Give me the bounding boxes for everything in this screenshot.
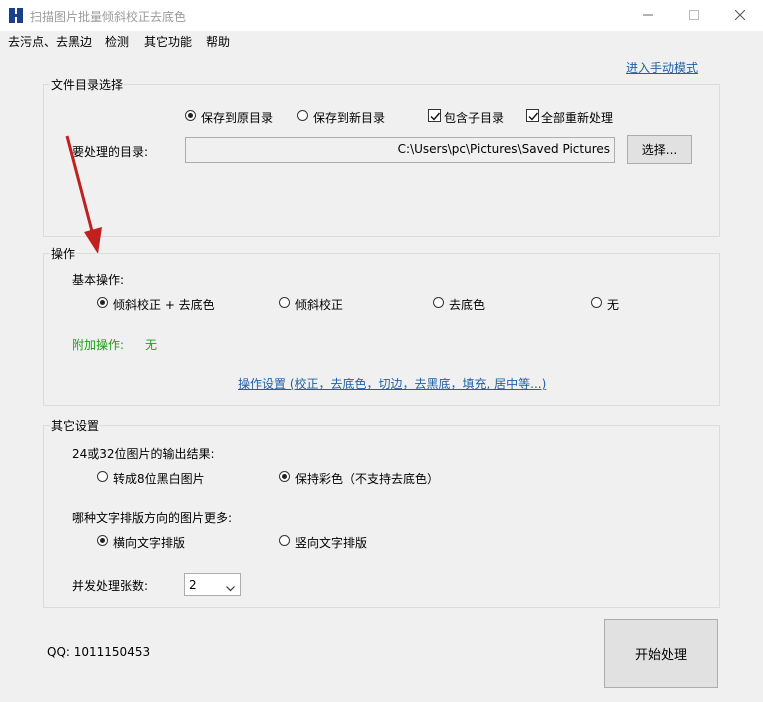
op-deskew-label: 倾斜校正	[295, 298, 344, 312]
include-subdir-label: 包含子目录	[444, 111, 505, 125]
maximize-icon	[689, 9, 699, 23]
menu-item-detect[interactable]: 检测	[105, 33, 129, 50]
extra-operation-label: 附加操作:	[72, 338, 125, 352]
operation-group-title: 操作	[50, 245, 77, 262]
concurrency-value: 2	[189, 578, 197, 592]
output-result-label: 24或32位图片的输出结果:	[72, 447, 215, 461]
basic-operation-label: 基本操作:	[72, 273, 125, 287]
op-remove-bg-label: 去底色	[449, 298, 486, 312]
dir-path-value: C:\Users\pc\Pictures\Saved Pictures	[397, 142, 610, 156]
manual-mode-link[interactable]: 进入手动模式	[626, 59, 698, 76]
save-original-label: 保存到原目录	[201, 111, 274, 125]
file-dir-group-title: 文件目录选择	[50, 76, 125, 93]
menu-item-other-functions[interactable]: 其它功能	[144, 33, 192, 50]
reprocess-all-label: 全部重新处理	[541, 111, 614, 125]
op-deskew-radio[interactable]	[279, 297, 290, 308]
dir-path-field[interactable]: C:\Users\pc\Pictures\Saved Pictures	[185, 137, 615, 163]
checkmark-icon	[528, 112, 539, 121]
chevron-down-icon	[226, 581, 235, 595]
concurrency-label: 并发处理张数:	[72, 579, 149, 593]
output-8bit-label: 转成8位黑白图片	[113, 472, 205, 486]
op-deskew-remove-bg-label: 倾斜校正 + 去底色	[113, 298, 215, 312]
maximize-button[interactable]	[671, 0, 717, 31]
operation-settings-link[interactable]: 操作设置 (校正，去底色，切边，去黑底，填充, 居中等...)	[238, 375, 546, 392]
minimize-button[interactable]	[625, 0, 671, 31]
direction-horizontal-radio[interactable]	[97, 535, 108, 546]
direction-horizontal-label: 横向文字排版	[113, 536, 186, 550]
qq-contact: QQ: 1011150453	[47, 645, 151, 659]
start-process-button[interactable]: 开始处理	[604, 619, 718, 688]
menu-item-help[interactable]: 帮助	[206, 33, 230, 50]
checkmark-icon	[430, 112, 441, 121]
choose-dir-button[interactable]: 选择...	[627, 135, 692, 164]
output-8bit-radio[interactable]	[97, 471, 108, 482]
direction-vertical-label: 竖向文字排版	[295, 536, 368, 550]
close-button[interactable]	[717, 0, 763, 31]
op-none-label: 无	[607, 298, 620, 312]
app-icon	[9, 8, 23, 23]
close-icon	[734, 9, 746, 23]
reprocess-all-checkbox[interactable]	[526, 109, 539, 122]
op-none-radio[interactable]	[591, 297, 602, 308]
save-original-radio[interactable]	[185, 110, 196, 121]
op-remove-bg-radio[interactable]	[433, 297, 444, 308]
output-keep-color-radio[interactable]	[279, 471, 290, 482]
save-new-radio[interactable]	[297, 110, 308, 121]
text-direction-label: 哪种文字排版方向的图片更多:	[72, 511, 233, 525]
include-subdir-checkbox[interactable]	[428, 109, 441, 122]
output-keep-color-label: 保持彩色（不支持去底色）	[295, 472, 440, 486]
direction-vertical-radio[interactable]	[279, 535, 290, 546]
minimize-icon	[643, 9, 653, 23]
save-new-label: 保存到新目录	[313, 111, 386, 125]
extra-operation-value: 无	[145, 338, 158, 352]
other-settings-group-title: 其它设置	[50, 417, 101, 434]
op-deskew-remove-bg-radio[interactable]	[97, 297, 108, 308]
menu-item-remove-spots[interactable]: 去污点、去黑边	[8, 33, 92, 50]
window-title: 扫描图片批量倾斜校正去底色	[30, 10, 187, 24]
concurrency-select[interactable]: 2	[184, 573, 241, 596]
